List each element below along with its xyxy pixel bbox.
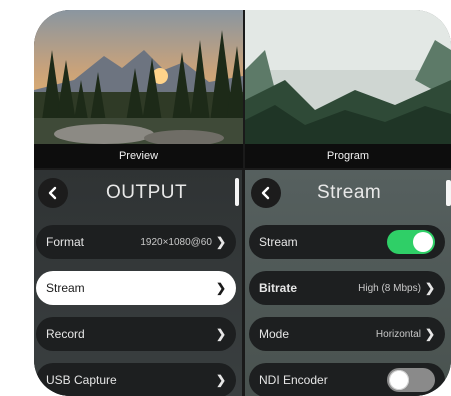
menu-title: Stream <box>317 182 382 203</box>
chevron-right-icon: ❯ <box>215 327 226 341</box>
chevron-right-icon: ❯ <box>424 281 435 295</box>
stream-toggle-label: Stream <box>259 235 298 249</box>
mode-value: Horizontal <box>375 328 421 340</box>
stream-label: Stream <box>46 281 85 295</box>
stream-toggle-row: Stream <box>249 225 445 259</box>
toggle-knob <box>413 232 433 252</box>
program-pane: Program <box>245 10 451 168</box>
output-menu: OUTPUT Format 1920×1080@60 ❯ Stream ❯ Re… <box>34 170 242 396</box>
chevron-left-icon <box>48 186 57 200</box>
stream-menu-header: Stream <box>245 170 451 220</box>
bitrate-label: Bitrate <box>259 281 298 295</box>
bitrate-row[interactable]: Bitrate High (8 Mbps) ❯ <box>249 271 445 305</box>
back-button[interactable] <box>38 178 68 208</box>
usb-capture-label: USB Capture <box>46 373 117 387</box>
mode-row[interactable]: Mode Horizontal ❯ <box>249 317 445 351</box>
chevron-right-icon: ❯ <box>215 281 226 295</box>
stream-toggle[interactable] <box>387 230 435 254</box>
ndi-encoder-row: NDI Encoder <box>249 363 445 396</box>
bitrate-value: High (8 Mbps) <box>358 282 421 294</box>
ndi-encoder-toggle[interactable] <box>387 368 435 392</box>
chevron-left-icon <box>261 186 270 200</box>
back-button[interactable] <box>251 178 281 208</box>
stream-menu: Stream Stream Bitrate High (8 Mbps) ❯ Mo… <box>245 170 451 396</box>
record-row[interactable]: Record ❯ <box>36 317 236 351</box>
output-menu-header: OUTPUT <box>34 170 242 220</box>
format-row[interactable]: Format 1920×1080@60 ❯ <box>36 225 236 259</box>
format-label: Format <box>46 235 85 249</box>
scroll-indicator <box>235 178 239 206</box>
ndi-encoder-label: NDI Encoder <box>259 373 328 387</box>
format-value: 1920×1080@60 <box>140 236 212 248</box>
chevron-right-icon: ❯ <box>215 235 226 249</box>
preview-pane: Preview <box>34 10 243 168</box>
toggle-knob <box>389 370 409 390</box>
chevron-right-icon: ❯ <box>215 373 226 387</box>
menu-title: OUTPUT <box>106 182 188 203</box>
stream-row[interactable]: Stream ❯ <box>36 271 236 305</box>
mode-label: Mode <box>259 327 290 341</box>
record-label: Record <box>46 327 85 341</box>
preview-label: Preview <box>34 144 243 168</box>
program-label: Program <box>245 144 451 168</box>
usb-capture-row[interactable]: USB Capture ❯ <box>36 363 236 396</box>
device-screen: Preview Program OUTPUT Format 1920×1080@… <box>34 10 451 396</box>
chevron-right-icon: ❯ <box>424 327 435 341</box>
scroll-indicator <box>446 180 451 206</box>
